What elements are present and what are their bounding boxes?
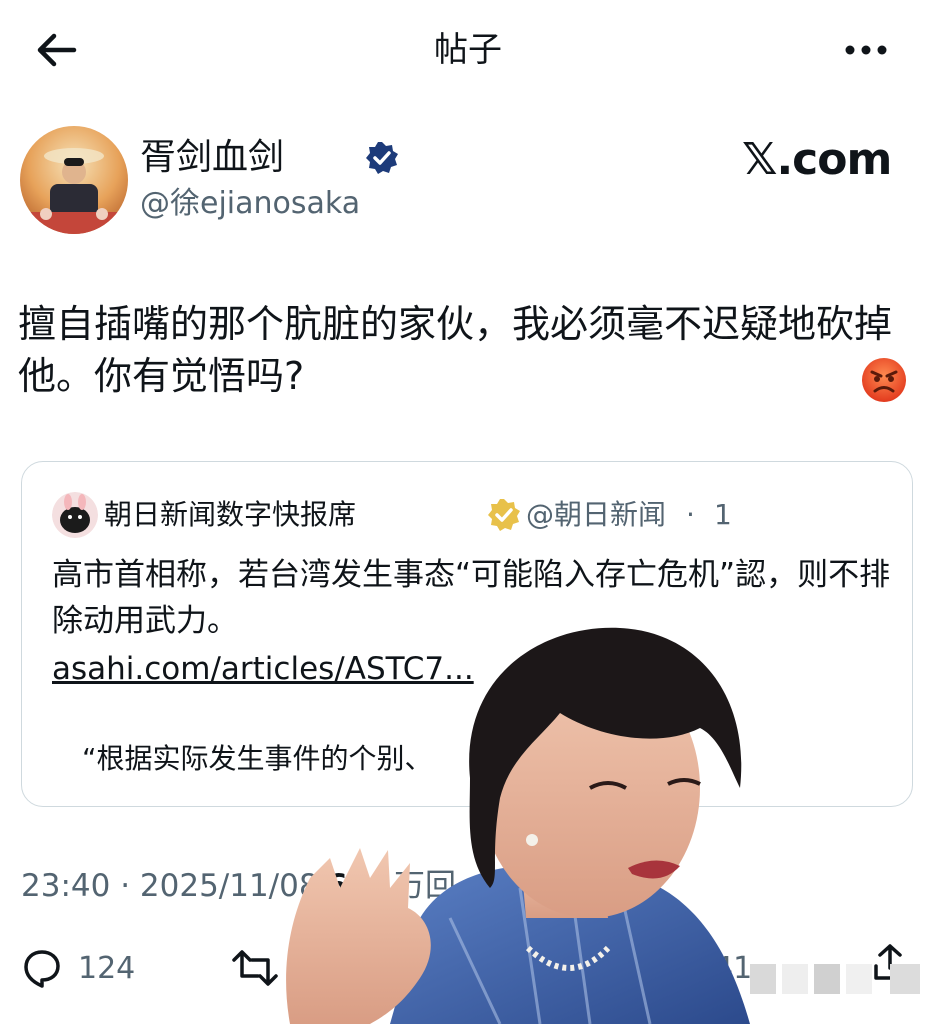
- gold-verified-badge-icon: [486, 497, 522, 533]
- arrow-left-icon: [37, 33, 77, 67]
- author-name[interactable]: 胥剑血剑: [140, 134, 284, 182]
- verified-badge-icon: [364, 140, 400, 176]
- angry-face-icon: [860, 356, 908, 404]
- quoted-author-name: 朝日新闻数字快报席: [104, 498, 357, 531]
- quoted-avatar: [52, 492, 98, 538]
- post-text: 擅自插嘴的那个肮脏的家伙，我必须毫不迟疑地砍掉他。你有觉悟吗?: [18, 302, 893, 398]
- reply-icon: [24, 950, 60, 988]
- page-title: 帖子: [434, 30, 502, 70]
- separator-dot: ·: [686, 498, 695, 531]
- back-button[interactable]: [28, 26, 84, 74]
- watermark-blocks: [750, 958, 926, 1004]
- brand-watermark: 𝕏.com: [742, 134, 892, 185]
- avatar-image: [20, 126, 128, 234]
- overlay-portrait-photo: [270, 618, 750, 1025]
- more-horizontal-icon: [845, 45, 887, 55]
- more-button[interactable]: [836, 26, 896, 74]
- author-avatar[interactable]: [20, 126, 128, 234]
- reply-count: 124: [78, 950, 136, 986]
- quoted-time: 1: [714, 498, 732, 531]
- quoted-handle: @朝日新闻: [526, 498, 667, 531]
- reply-button[interactable]: 124: [20, 942, 135, 994]
- author-handle: @徐ejianosaka: [140, 186, 361, 221]
